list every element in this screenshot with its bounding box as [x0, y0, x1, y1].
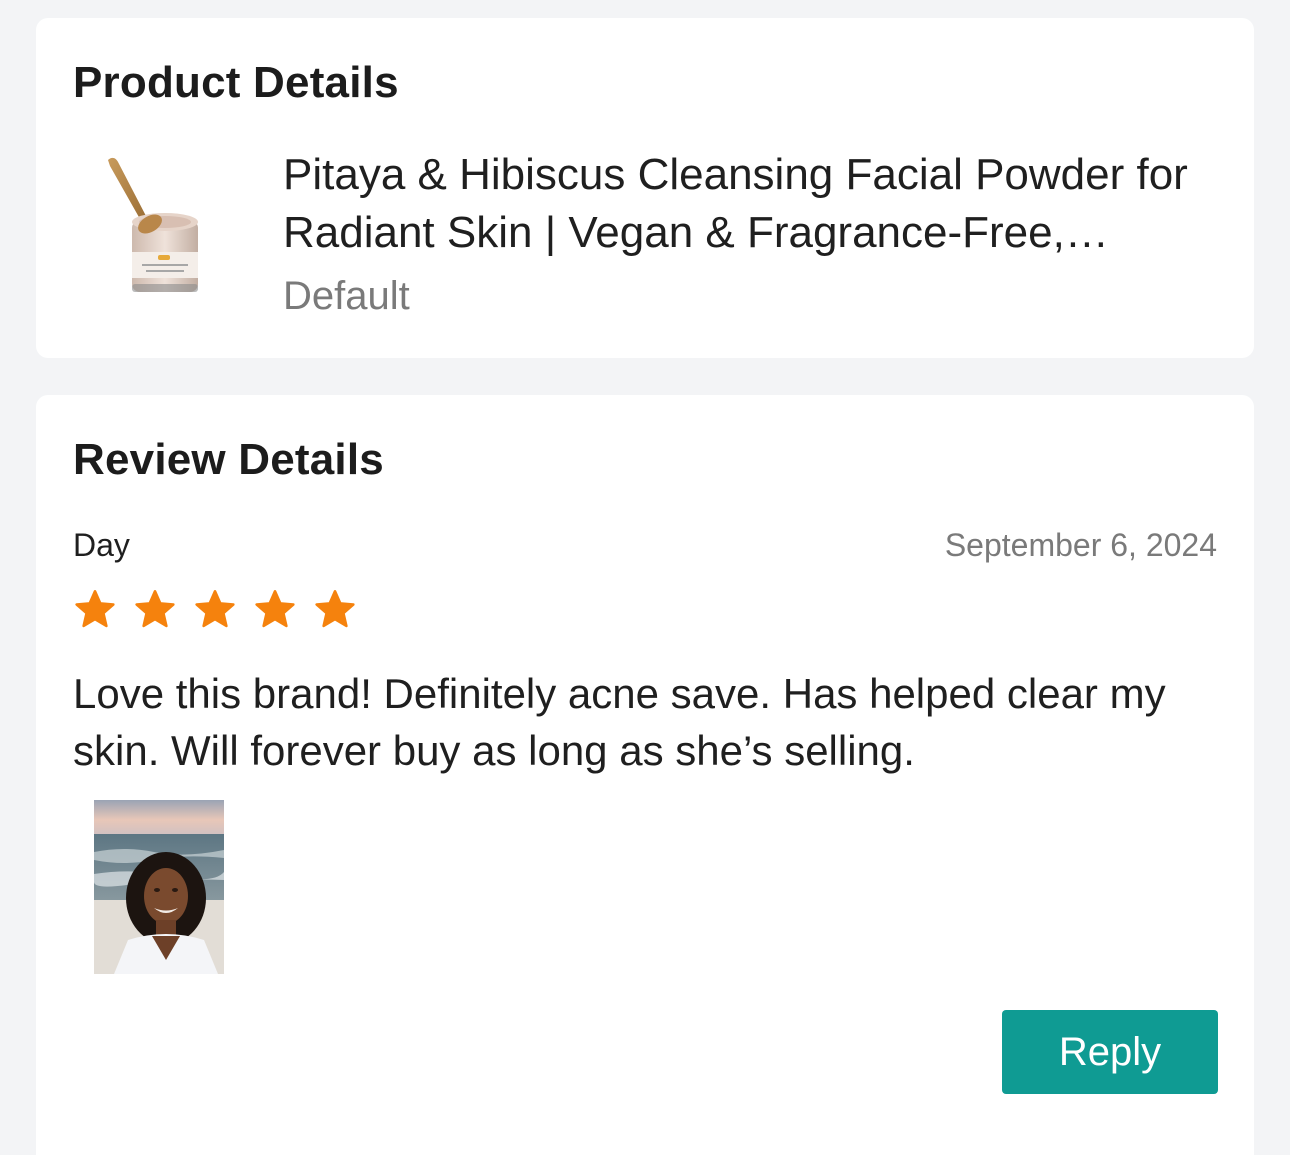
review-date: September 6, 2024 — [944, 527, 1217, 563]
product-details-title: Product Details — [73, 58, 399, 107]
star-icon — [195, 590, 235, 628]
review-details-title: Review Details — [73, 435, 384, 484]
reply-button[interactable]: Reply — [1002, 1010, 1218, 1094]
product-thumbnail[interactable] — [98, 152, 208, 302]
product-name[interactable]: Pitaya & Hibiscus Cleansing Facial Powde… — [283, 146, 1203, 262]
review-details-card: Review Details Day September 6, 2024 Lov… — [36, 395, 1254, 1155]
star-icon — [255, 590, 295, 628]
review-text: Love this brand! Definitely acne save. H… — [73, 670, 1166, 774]
star-rating — [73, 588, 357, 632]
product-variant: Default — [283, 274, 410, 318]
reviewer-name: Day — [73, 527, 130, 563]
star-icon — [315, 590, 355, 628]
review-photo[interactable] — [94, 800, 224, 974]
product-details-card: Product Details Pitaya & Hibiscus Cleans… — [36, 18, 1254, 358]
star-icon — [75, 590, 115, 628]
star-icon — [135, 590, 175, 628]
